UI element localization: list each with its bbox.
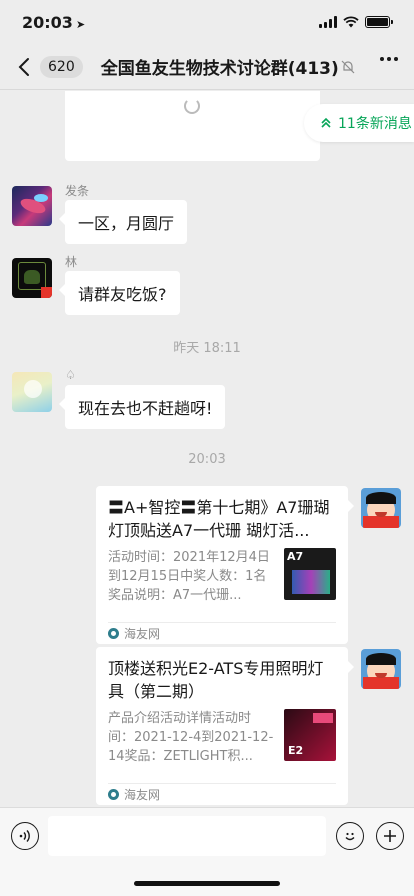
voice-wave-icon xyxy=(19,830,30,842)
link-card-thumbnail: A7 xyxy=(284,548,336,600)
message-bubble[interactable]: 一区，月圆厅 xyxy=(58,200,188,244)
sender-name: 发条 xyxy=(65,184,90,198)
loading-message-card xyxy=(65,91,320,161)
source-logo-icon xyxy=(108,628,119,639)
status-bar: 20:03 ➤ xyxy=(0,0,414,44)
dot-icon xyxy=(387,57,391,61)
link-card-body: 产品介绍活动详情活动时间：2021-12-4到2021-12-14奖品：ZETL… xyxy=(108,709,336,775)
more-options-button[interactable] xyxy=(380,57,398,61)
voice-input-button[interactable] xyxy=(11,822,39,850)
thumbnail-text: E2 xyxy=(288,744,304,757)
new-messages-button[interactable]: 11条新消息 xyxy=(304,104,414,142)
message-bubble[interactable]: 请群友吃饭? xyxy=(59,271,180,315)
dot-icon xyxy=(394,57,398,61)
smiley-icon xyxy=(345,832,355,841)
link-card-title: 顶楼送积光E2-ATS专用照明灯具（第二期） xyxy=(108,659,324,701)
battery-icon xyxy=(365,16,393,28)
avatar[interactable] xyxy=(361,649,401,689)
avatar[interactable] xyxy=(361,488,401,528)
wifi-icon xyxy=(343,16,359,28)
message-text-input[interactable] xyxy=(48,816,326,856)
link-card-description: 活动时间：2021年12月4日到12月15日中奖人数：1名奖品说明：A7一代珊.… xyxy=(108,550,270,603)
loading-spinner-icon xyxy=(184,98,200,114)
home-indicator xyxy=(134,881,280,886)
message-bubble[interactable]: 现在去也不赶趟呀! xyxy=(58,385,226,429)
dot-icon xyxy=(380,57,384,61)
new-messages-label: 11条新消息 xyxy=(338,116,412,132)
status-time: 20:03 ➤ xyxy=(22,13,85,32)
bell-slash-icon xyxy=(341,60,355,73)
sender-name: 林 xyxy=(65,255,78,269)
clock-text: 20:03 xyxy=(22,12,73,32)
avatar[interactable] xyxy=(12,258,52,298)
more-functions-button[interactable] xyxy=(376,822,404,850)
timestamp-label: 昨天 18:11 xyxy=(173,341,241,356)
source-name: 海友网 xyxy=(124,788,161,802)
cellular-signal-icon xyxy=(319,16,337,28)
avatar[interactable] xyxy=(12,372,52,412)
location-arrow-icon: ➤ xyxy=(75,17,86,31)
link-card-title: 〓A+智控〓第十七期》A7珊瑚灯顶贴送A7一代珊 瑚灯活... xyxy=(108,498,330,540)
thumbnail-text: A7 xyxy=(287,550,304,563)
timestamp-label: 20:03 xyxy=(188,452,226,467)
link-card-body: 活动时间：2021年12月4日到12月15日中奖人数：1名奖品说明：A7一代珊.… xyxy=(108,548,336,614)
status-icons xyxy=(319,16,393,28)
link-card-thumbnail: E2 xyxy=(284,709,336,761)
double-chevron-up-icon xyxy=(321,117,331,128)
shared-link-card[interactable]: 顶楼送积光E2-ATS专用照明灯具（第二期） 产品介绍活动详情活动时间：2021… xyxy=(96,647,354,805)
link-card-source: 海友网 xyxy=(108,783,336,805)
source-name: 海友网 xyxy=(124,627,161,641)
link-card-source: 海友网 xyxy=(108,622,336,644)
unread-count-badge[interactable]: 620 xyxy=(40,55,83,78)
chevron-left-icon xyxy=(18,57,29,76)
chat-title[interactable]: 全国鱼友生物技术讨论群(413) xyxy=(101,54,339,79)
sender-name: ♤ xyxy=(65,368,76,382)
emoji-button[interactable] xyxy=(336,822,364,850)
plus-icon xyxy=(384,830,396,842)
chat-message-list[interactable]: 11条新消息 发条 一区，月圆厅 林 请群友吃饭? 昨天 18:11 ♤ 现在去… xyxy=(0,91,414,807)
back-button[interactable] xyxy=(8,44,40,90)
shared-link-card[interactable]: 〓A+智控〓第十七期》A7珊瑚灯顶贴送A7一代珊 瑚灯活... 活动时间：202… xyxy=(96,486,354,644)
source-logo-icon xyxy=(108,789,119,800)
avatar[interactable] xyxy=(12,186,52,226)
link-card-description: 产品介绍活动详情活动时间：2021-12-4到2021-12-14奖品：ZETL… xyxy=(108,711,274,764)
chat-nav-bar: 620 全国鱼友生物技术讨论群(413) xyxy=(0,44,414,90)
